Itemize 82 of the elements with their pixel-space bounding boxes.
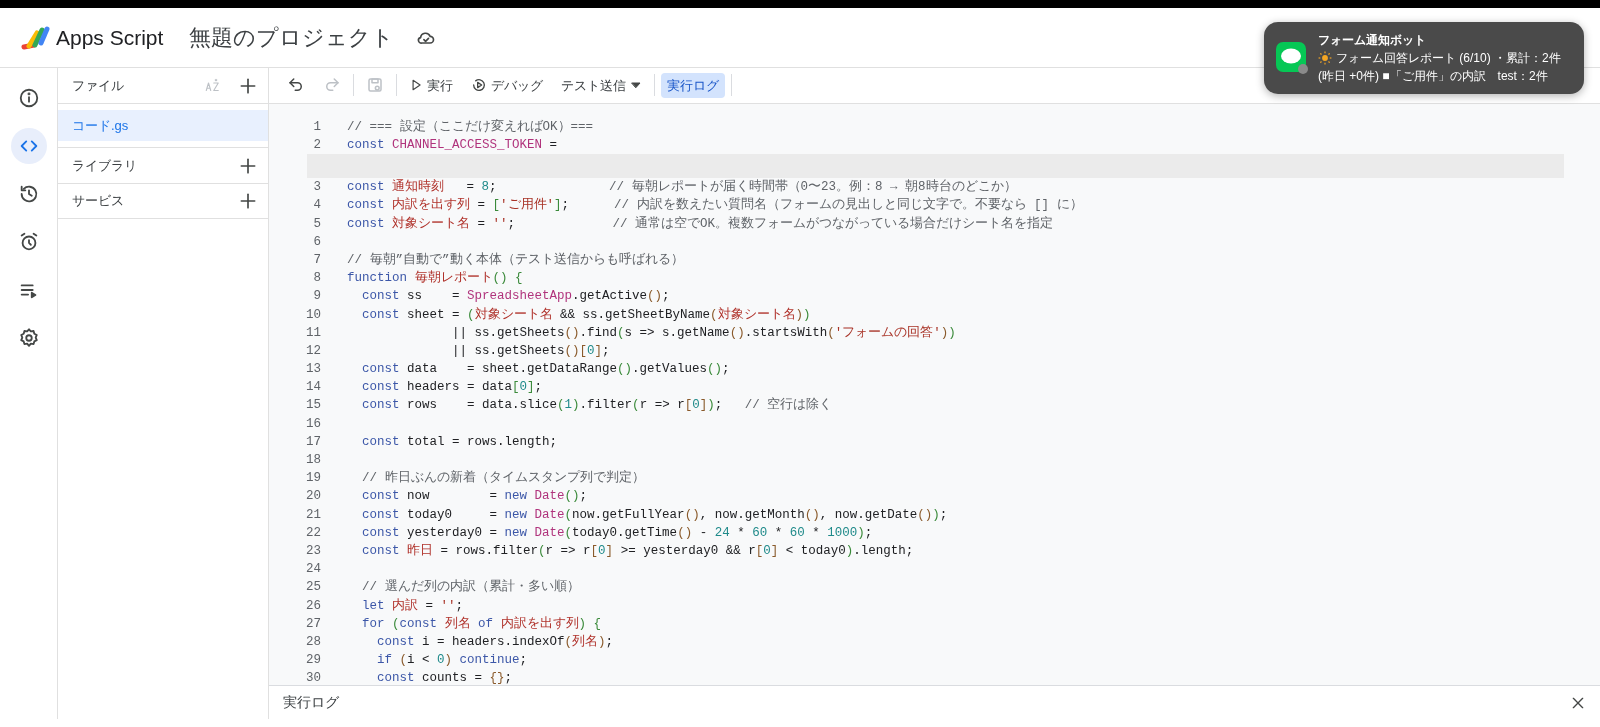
code-line: if (i < 0) continue; [376, 652, 528, 670]
project-title[interactable]: 無題のプロジェクト [189, 21, 395, 54]
line-number: 28 [305, 633, 322, 651]
line-number: 2 [312, 137, 322, 155]
debug-icon [471, 77, 487, 94]
line-number: 4 [312, 197, 322, 215]
line-number: 20 [305, 488, 322, 506]
code-line: const rows = data.slice(1).filter(r => r[0]); // 空行は除く [361, 396, 833, 415]
notification-text: (昨日 +0件) ■「ご用件」の内訳 test：2件 [1318, 68, 1548, 85]
line-number: 1 [312, 118, 322, 136]
line-number: 30 [305, 670, 322, 686]
code-line: const today0 = new Date(now.getFullYear(), now.getMonth(), now.getDate()); [361, 506, 948, 524]
code-line: const 内訳を出す列 = ['ご用件']; // 内訳を数えたい質問名（フォームの見出しと同じ文字で。不要なら [] に） [347, 196, 1083, 215]
line-number: 10 [305, 306, 322, 324]
settings-icon [17, 327, 40, 349]
save-icon [366, 76, 384, 95]
line-number: 15 [305, 397, 322, 415]
files-heading: ファイル [72, 76, 124, 95]
line-number: 14 [305, 379, 322, 397]
add-button[interactable] [238, 191, 258, 211]
sidebar-nav-button[interactable] [10, 128, 47, 164]
line-number: 22 [305, 524, 322, 542]
code-line: || ss.getSheets()[0]; [451, 342, 610, 360]
code-line: const 通知時刻 = 8; // 毎朝レポートが届く時間帯（0〜23。例：8 → 朝8時台のどこか） [347, 178, 1017, 197]
line-number: 18 [305, 452, 322, 470]
section-heading: サービス [72, 192, 124, 211]
line-number: 8 [312, 270, 322, 288]
code-line: const headers = data[0]; [361, 379, 543, 397]
line-number: 27 [305, 615, 322, 633]
code-line: // 選んだ列の内訳（累計・多い順） [361, 578, 580, 597]
line-number: 25 [305, 579, 322, 597]
line-number: 6 [312, 233, 322, 251]
code-line: const ss = SpreadsheetApp.getActive(); [361, 288, 670, 306]
code-line: const counts = {}; [376, 670, 513, 686]
notification-popup[interactable]: フォーム通知ボット フォーム回答レポート (6/10) ・累計：2件 (昨日 +0件) ■「ご用件」の内訳 test：2件 [1264, 22, 1584, 94]
code-line: const data = sheet.getDataRange().getValues(); [361, 361, 730, 379]
run-button[interactable]: 実行 [403, 72, 459, 99]
line-number: 23 [305, 543, 322, 560]
file-item[interactable]: コード.gs [58, 110, 268, 141]
code-line: const 昨日 = rows.filter(r => r[0] >= yesterday0 && r[0] < today0).length; [361, 542, 914, 560]
chat-app-icon [1276, 42, 1308, 74]
code-line: const 対象シート名 = ''; // 通常は空でOK。複数フォームがつながっている場合だけシート名を指定 [347, 215, 1054, 233]
code-line: // 毎朝”自動で”動く本体（テスト送信からも呼ばれる） [347, 251, 684, 269]
code-line: const CHANNEL_ACCESS_TOKEN = [347, 137, 558, 155]
section-heading: ライブラリ [72, 156, 137, 175]
plus-icon [238, 191, 258, 211]
apps-script-logo [20, 24, 50, 51]
line-number: 19 [305, 470, 322, 488]
debug-button[interactable]: デバッグ [465, 72, 549, 99]
code-line: || ss.getSheets().find(s => s.getName().startsWith('フォームの回答')) [451, 324, 956, 342]
execution-log-toggle[interactable]: 実行ログ [661, 72, 725, 99]
code-line: function 毎朝レポート() { [347, 269, 523, 288]
line-number: 11 [305, 324, 322, 342]
line-number: 13 [305, 361, 322, 379]
line-number: 24 [305, 561, 322, 579]
code-line: const sheet = (対象シート名 && ss.getSheetByName(対象シート名)) [361, 306, 811, 324]
code-line: const total = rows.length; [361, 433, 558, 451]
line-number: 16 [305, 415, 322, 433]
line-number: 3 [312, 179, 322, 197]
line-number: 12 [305, 342, 322, 360]
function-dropdown[interactable]: テスト送信 [555, 72, 648, 99]
code-line: // === 設定（ここだけ変えればOK）=== [347, 118, 593, 136]
line-number: 17 [305, 433, 322, 451]
code-line: for (const 列名 of 内訳を出す列) { [361, 615, 602, 633]
line-number: 26 [305, 597, 322, 615]
code-line: let 内訳 = ''; [361, 597, 464, 615]
code-line: // 昨日ぶんの新着（タイムスタンプ列で判定） [361, 469, 645, 488]
notification-title: フォーム通知ボット [1318, 32, 1427, 49]
app-name: Apps Script [56, 24, 164, 51]
code-line: const yesterday0 = new Date(today0.getTime() - 24 * 60 * 60 * 1000); [361, 524, 873, 542]
line-number: 29 [305, 652, 322, 670]
sun-icon [1318, 51, 1332, 65]
notification-text: フォーム回答レポート (6/10) ・累計：2件 [1336, 50, 1561, 67]
line-number: 21 [305, 506, 322, 524]
line-number: 9 [312, 288, 322, 306]
line-number: 5 [312, 215, 322, 233]
log-panel-title: 実行ログ [283, 693, 339, 713]
code-line: const i = headers.indexOf(列名); [376, 633, 614, 651]
line-number: 7 [312, 252, 322, 269]
code-line: const now = new Date(); [361, 488, 588, 506]
play-icon [409, 78, 423, 93]
info-icon [17, 87, 40, 109]
